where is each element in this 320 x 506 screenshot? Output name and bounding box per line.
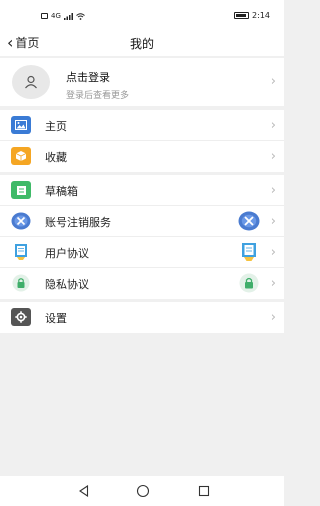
menu-item-favorites[interactable]: 收藏 › [0, 141, 284, 172]
chevron-right-icon: › [270, 245, 276, 260]
chevron-right-icon: › [270, 276, 276, 291]
menu-group-3: 设置 › [0, 302, 284, 333]
nav-bar: ‹ 首页 我的 [0, 30, 284, 56]
menu-item-settings[interactable]: 设置 › [0, 302, 284, 333]
user-icon [25, 75, 37, 89]
login-title: 点击登录 [66, 71, 110, 84]
login-subtitle: 登录后查看更多 [66, 91, 130, 101]
menu-group-2: 草稿箱 › 账号注销服务 › 用户协议 › 隐私协议 › [0, 175, 284, 299]
battery-icon [234, 12, 250, 19]
menu-item-label: 隐私协议 [45, 278, 89, 291]
chevron-right-icon: › [270, 149, 276, 164]
document-icon [238, 242, 260, 262]
wifi-icon [76, 12, 85, 20]
avatar [12, 65, 50, 99]
chevron-right-icon: › [270, 310, 276, 325]
chevron-right-icon: › [270, 183, 276, 198]
image-icon [11, 116, 31, 134]
nav-back-button[interactable] [76, 483, 92, 499]
status-right: 2:14 [234, 11, 270, 20]
lock-icon [11, 274, 31, 292]
note-icon [11, 181, 31, 199]
menu-item-home[interactable]: 主页 › [0, 110, 284, 141]
circle-home-icon [136, 484, 150, 498]
chevron-right-icon: › [270, 74, 276, 89]
menu-item-label: 主页 [45, 120, 67, 133]
chevron-right-icon: › [270, 118, 276, 133]
gear-icon [11, 308, 31, 326]
nav-home-button[interactable] [135, 483, 151, 499]
system-nav-bar [0, 476, 284, 506]
menu-item-label: 设置 [45, 312, 67, 325]
status-indicators: 4G [41, 12, 85, 20]
page-title: 我的 [129, 37, 154, 51]
menu-item-account-deletion[interactable]: 账号注销服务 › [0, 206, 284, 237]
login-row[interactable]: 点击登录 登录后查看更多 › [0, 58, 284, 106]
network-type: 4G [51, 12, 61, 20]
menu-item-privacy-policy[interactable]: 隐私协议 › [0, 268, 284, 299]
menu-item-label: 账号注销服务 [45, 216, 111, 229]
close-circle-icon [11, 212, 31, 230]
box-icon [11, 147, 31, 165]
menu-item-user-agreement[interactable]: 用户协议 › [0, 237, 284, 268]
menu-item-label: 草稿箱 [45, 185, 78, 198]
signal-icon [63, 12, 73, 20]
square-recents-icon [198, 485, 210, 497]
menu-group-1: 主页 › 收藏 › [0, 110, 284, 172]
clock: 2:14 [252, 11, 270, 20]
status-bar: 4G 2:14 [0, 0, 284, 30]
menu-item-drafts[interactable]: 草稿箱 › [0, 175, 284, 206]
menu-item-label: 收藏 [45, 151, 67, 164]
triangle-back-icon [79, 485, 89, 497]
document-icon [11, 243, 31, 261]
lock-icon [238, 273, 260, 293]
menu-item-label: 用户协议 [45, 247, 89, 260]
sim-icon [41, 13, 48, 19]
close-circle-icon [238, 211, 260, 231]
chevron-right-icon: › [270, 214, 276, 229]
nav-recents-button[interactable] [196, 483, 212, 499]
